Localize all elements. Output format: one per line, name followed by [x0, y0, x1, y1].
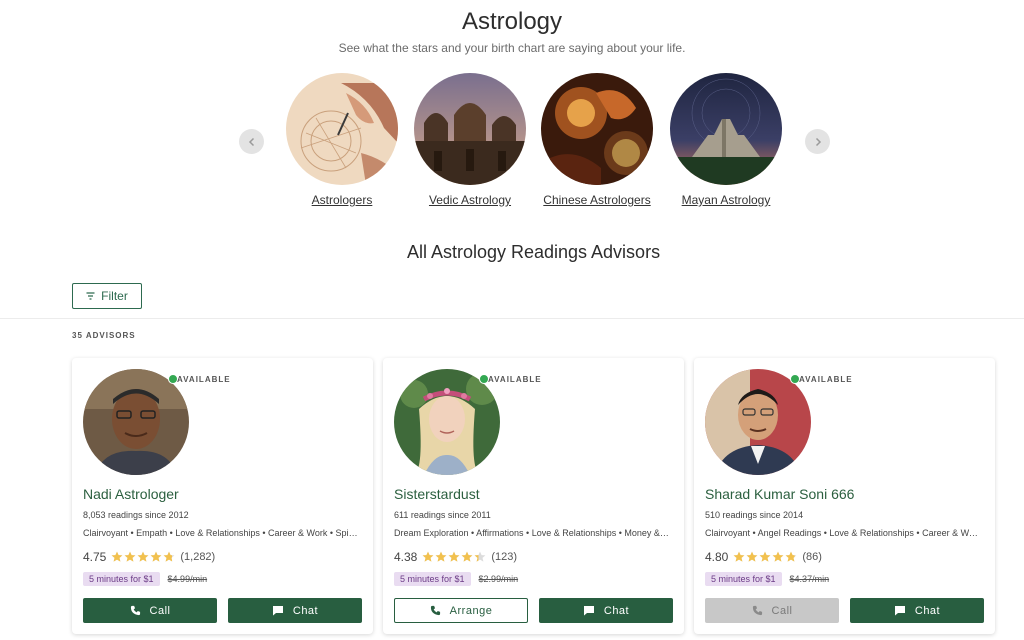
rating-value: 4.38 — [394, 550, 418, 564]
advisor-card[interactable]: AVAILABLE Nadi Astrologer 8,053 readings… — [72, 358, 373, 634]
chevron-left-icon — [248, 137, 254, 146]
status-badge: AVAILABLE — [488, 375, 542, 384]
advisor-readings: 611 readings since 2011 — [394, 510, 491, 520]
review-count: (1,282) — [180, 551, 216, 563]
star-icon — [422, 551, 434, 562]
category-label[interactable]: Mayan Astrology — [640, 193, 812, 207]
star-icon — [150, 551, 162, 562]
star-icon — [785, 551, 797, 562]
chat-button[interactable]: Chat — [850, 598, 984, 623]
star-icon — [124, 551, 136, 562]
filter-button[interactable]: Filter — [72, 283, 142, 309]
rating-value: 4.75 — [83, 550, 107, 564]
filter-label: Filter — [101, 289, 128, 303]
dragon-statue-image — [541, 73, 653, 185]
advisor-card[interactable]: AVAILABLE Sharad Kumar Soni 666 510 read… — [694, 358, 995, 634]
avatar[interactable] — [394, 369, 500, 475]
arrange-button[interactable]: Arrange — [394, 598, 528, 623]
star-icon — [474, 551, 486, 562]
star-icon — [772, 551, 784, 562]
chevron-right-icon — [815, 137, 821, 146]
star-icon — [461, 551, 473, 562]
chat-icon — [272, 606, 283, 616]
category-astrologers[interactable]: Astrologers — [286, 73, 398, 207]
rating-row: 4.75 (1,282) — [83, 550, 215, 564]
old-price: $4.99/min — [167, 574, 208, 584]
price-row: 5 minutes for $1 $2.99/min — [394, 572, 518, 586]
page-title: Astrology — [461, 8, 563, 35]
phone-icon — [430, 605, 440, 616]
star-rating — [422, 551, 486, 563]
promo-badge: 5 minutes for $1 — [705, 572, 782, 586]
phone-icon — [130, 605, 140, 616]
category-mayan-astrology[interactable]: Mayan Astrology — [670, 73, 782, 207]
promo-badge: 5 minutes for $1 — [83, 572, 160, 586]
chat-icon — [894, 606, 905, 616]
rating-row: 4.80 (86) — [705, 550, 822, 564]
chat-button-label: Chat — [914, 604, 941, 617]
price-row: 5 minutes for $1 $4.99/min — [83, 572, 207, 586]
call-button[interactable]: Call — [83, 598, 217, 623]
star-icon — [137, 551, 149, 562]
star-rating — [733, 551, 797, 563]
carousel-prev-button[interactable] — [239, 129, 264, 154]
call-button[interactable]: Call — [705, 598, 839, 623]
call-button-label: Call — [149, 604, 171, 617]
divider — [0, 318, 1024, 319]
arrange-button-label: Arrange — [449, 604, 493, 617]
promo-badge: 5 minutes for $1 — [394, 572, 471, 586]
star-icon — [746, 551, 758, 562]
star-icon — [435, 551, 447, 562]
advisor-readings: 510 readings since 2014 — [705, 510, 804, 520]
old-price: $2.99/min — [478, 574, 519, 584]
chat-icon — [583, 606, 594, 616]
advisor-readings: 8,053 readings since 2012 — [83, 510, 189, 520]
review-count: (123) — [491, 551, 518, 563]
avatar[interactable] — [83, 369, 189, 475]
star-icon — [448, 551, 460, 562]
star-icon — [163, 551, 175, 562]
advisor-card[interactable]: AVAILABLE Sisterstardust 611 readings si… — [383, 358, 684, 634]
rating-row: 4.38 (123) — [394, 550, 517, 564]
price-row: 5 minutes for $1 $4.37/min — [705, 572, 829, 586]
category-chinese-astrologers[interactable]: Chinese Astrologers — [541, 73, 653, 207]
star-rating — [111, 551, 175, 563]
status-badge: AVAILABLE — [177, 375, 231, 384]
section-title: All Astrology Readings Advisors — [406, 242, 661, 262]
call-button-label: Call — [771, 604, 793, 617]
chat-button[interactable]: Chat — [228, 598, 362, 623]
advisor-name[interactable]: Sisterstardust — [394, 486, 480, 502]
phone-icon — [752, 605, 762, 616]
chat-button-label: Chat — [292, 604, 319, 617]
advisor-tags: Clairvoyant • Empath • Love & Relationsh… — [83, 528, 358, 538]
carousel-next-button[interactable] — [805, 129, 830, 154]
advisor-name[interactable]: Nadi Astrologer — [83, 486, 179, 502]
review-count: (86) — [802, 551, 822, 563]
hand-drawing-image — [286, 73, 398, 185]
avatar[interactable] — [705, 369, 811, 475]
advisor-tags: Clairvoyant • Angel Readings • Love & Re… — [705, 528, 980, 538]
star-icon — [111, 551, 123, 562]
old-price: $4.37/min — [789, 574, 830, 584]
category-vedic-astrology[interactable]: Vedic Astrology — [414, 73, 526, 207]
rating-value: 4.80 — [705, 550, 729, 564]
page-subtitle: See what the stars and your birth chart … — [338, 41, 686, 55]
advisor-name[interactable]: Sharad Kumar Soni 666 — [705, 486, 854, 502]
star-icon — [759, 551, 771, 562]
mayan-pyramid-image — [670, 73, 782, 185]
advisor-tags: Dream Exploration • Affirmations • Love … — [394, 528, 669, 538]
star-icon — [733, 551, 745, 562]
chat-button[interactable]: Chat — [539, 598, 673, 623]
indian-temple-image — [414, 73, 526, 185]
status-badge: AVAILABLE — [799, 375, 853, 384]
advisor-count: 35 ADVISORS — [72, 331, 136, 340]
chat-button-label: Chat — [603, 604, 630, 617]
filter-icon — [86, 292, 95, 300]
